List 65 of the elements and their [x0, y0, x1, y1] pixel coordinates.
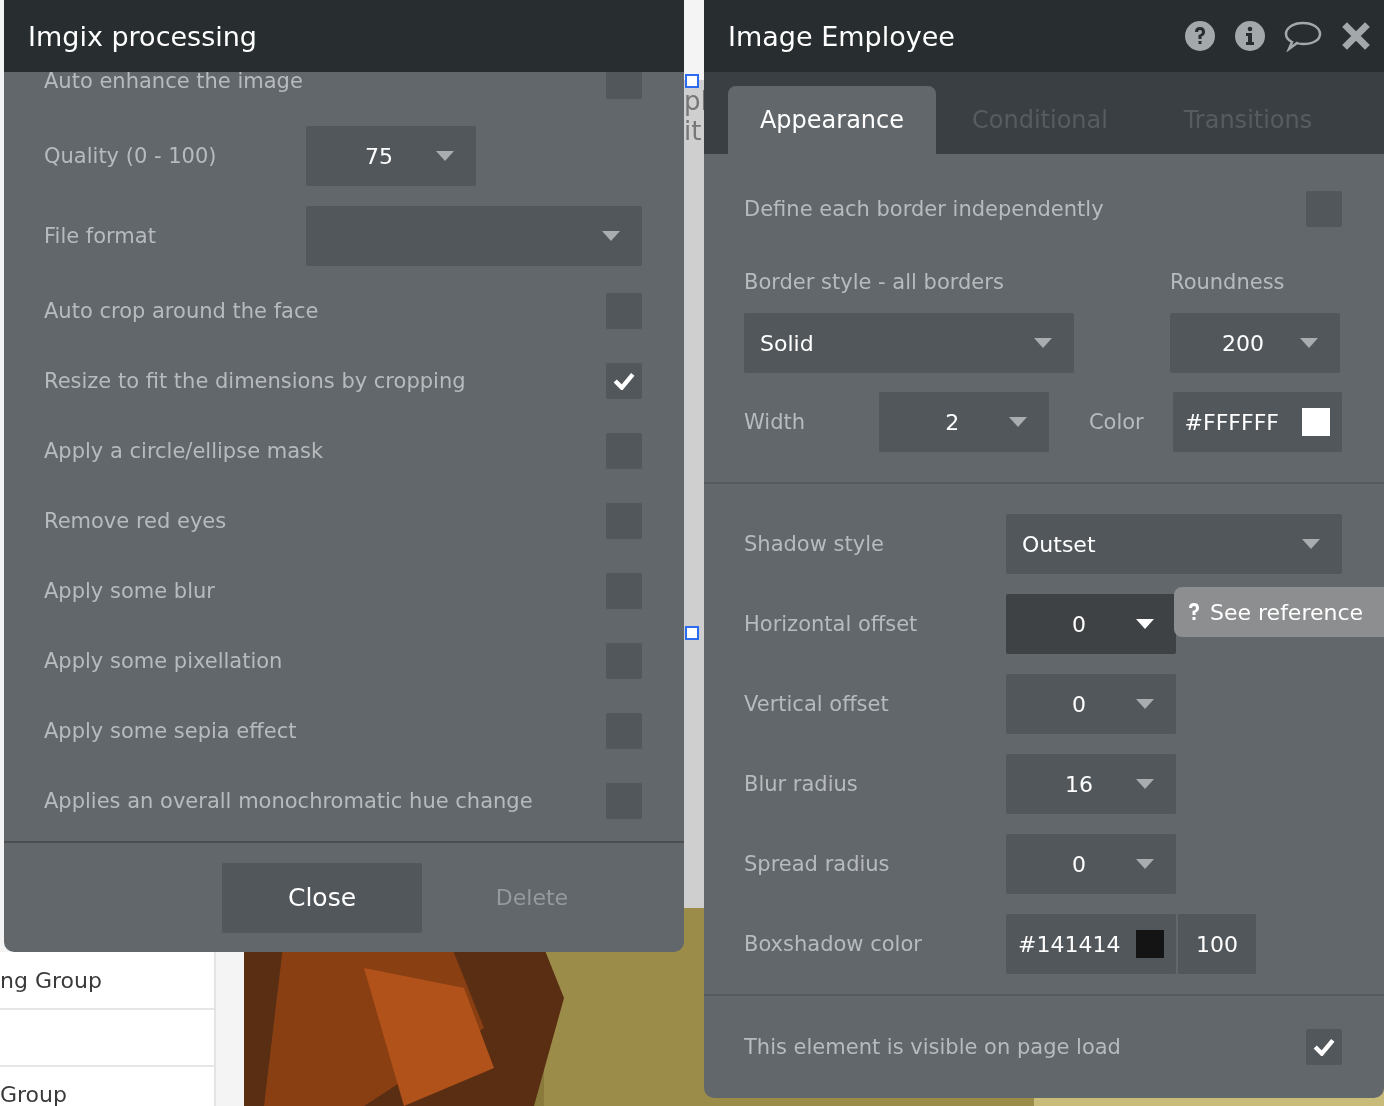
- dropdown[interactable]: 0: [1006, 834, 1176, 894]
- field-label: Vertical offset: [744, 692, 890, 716]
- option-label: Define each border independently: [744, 197, 1104, 221]
- check-icon: [613, 372, 635, 390]
- option-label: Auto crop around the face: [44, 299, 319, 323]
- field-label: Shadow style: [744, 532, 885, 556]
- option-label: Remove red eyes: [44, 509, 227, 533]
- list-item[interactable]: ng Group: [0, 967, 102, 993]
- field-label: Color: [1088, 410, 1145, 434]
- close-button[interactable]: Close: [222, 862, 422, 933]
- option-label: Apply a circle/ellipse mask: [44, 439, 324, 463]
- caret-icon: [1136, 699, 1154, 709]
- caret-icon: [1136, 619, 1154, 629]
- help-icon[interactable]: [1184, 20, 1216, 52]
- caret-icon: [1136, 859, 1154, 869]
- caret-icon: [1008, 417, 1027, 427]
- field-label: Spread radius: [744, 852, 891, 876]
- option-label: Applies an overall monochromatic hue change: [44, 789, 533, 813]
- field-label: Width: [744, 410, 806, 434]
- caret-icon: [1034, 338, 1052, 348]
- option-label: Resize to fit the dimensions by cropping: [44, 369, 466, 393]
- dropdown[interactable]: [306, 206, 642, 266]
- field-label: Blur radius: [744, 772, 859, 796]
- caret-icon: [1302, 539, 1320, 549]
- option-label: This element is visible on page load: [744, 1035, 1121, 1059]
- panel-title: Image Employee: [728, 20, 955, 52]
- dropdown[interactable]: 16: [1006, 754, 1176, 814]
- checkbox[interactable]: [1306, 1029, 1342, 1065]
- info-icon[interactable]: [1234, 20, 1266, 52]
- field-label: Roundness: [1170, 270, 1286, 294]
- option-label: Apply some sepia effect: [44, 719, 297, 743]
- question-mark-icon: [1188, 602, 1200, 622]
- color-field[interactable]: #141414: [1006, 914, 1176, 974]
- color-field[interactable]: #FFFFFF: [1172, 392, 1342, 452]
- panel-title: Imgix processing: [28, 20, 257, 52]
- option-label: Apply some pixellation: [44, 649, 283, 673]
- opacity-field[interactable]: 100: [1178, 914, 1256, 974]
- dropdown[interactable]: 75: [306, 126, 476, 186]
- dropdown[interactable]: 200: [1170, 313, 1340, 373]
- caret-icon: [602, 231, 620, 241]
- option-label: Apply some blur: [44, 579, 215, 603]
- dropdown[interactable]: Solid: [744, 313, 1074, 373]
- selection-handle[interactable]: [685, 626, 699, 640]
- checkbox[interactable]: [606, 363, 642, 399]
- check-icon: [1313, 1038, 1335, 1056]
- list-item[interactable]: Group: [0, 1082, 67, 1106]
- dropdown[interactable]: Outset: [1006, 514, 1342, 574]
- caret-icon: [436, 151, 454, 161]
- caret-icon: [1300, 338, 1318, 348]
- option-label: File format: [44, 224, 156, 248]
- selection-handle[interactable]: [685, 74, 699, 88]
- dropdown[interactable]: 0: [1006, 594, 1176, 654]
- option-label: Quality (0 - 100): [44, 144, 217, 168]
- field-label: Border style - all borders: [744, 270, 1005, 294]
- checkbox[interactable]: [606, 72, 642, 99]
- field-label: Horizontal offset: [744, 612, 919, 636]
- dropdown[interactable]: 0: [1006, 674, 1176, 734]
- field-label: Boxshadow color: [744, 932, 923, 956]
- dropdown[interactable]: 2: [879, 392, 1049, 452]
- tab[interactable]: Appearance: [728, 86, 936, 154]
- option-label: Auto enhance the image: [44, 72, 303, 93]
- close-icon[interactable]: [1340, 20, 1372, 52]
- speech-bubble-icon[interactable]: [1284, 20, 1322, 52]
- caret-icon: [1136, 779, 1154, 789]
- canvas-text: it: [684, 116, 703, 146]
